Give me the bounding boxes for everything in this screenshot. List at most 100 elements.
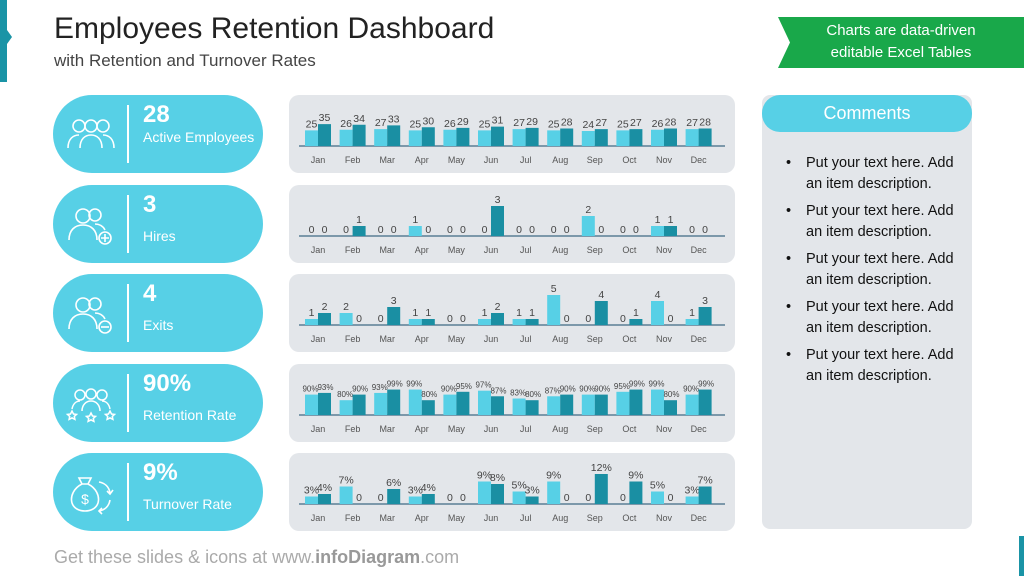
data-label: 3 <box>495 194 501 206</box>
data-label: 90% <box>683 385 699 394</box>
bar-jul-previous <box>512 129 526 146</box>
bar-nov-current <box>664 128 677 146</box>
kpi-card-retention-rate: 90% Retention Rate <box>53 364 263 442</box>
bar-jul-current <box>525 319 539 325</box>
month-tick-label: Jan <box>311 245 326 255</box>
month-tick-label: Apr <box>415 245 429 255</box>
comment-item[interactable]: Put your text here. Add an item descript… <box>784 153 964 194</box>
bar-apr-previous <box>408 319 422 325</box>
month-tick-label: May <box>448 513 466 523</box>
data-label: 5 <box>551 283 557 295</box>
data-label: 80% <box>421 390 437 399</box>
bar-jan-previous <box>305 496 318 504</box>
comment-item[interactable]: Put your text here. Add an item descript… <box>784 201 964 242</box>
month-tick-label: Oct <box>622 245 637 255</box>
data-label: 0 <box>378 492 384 504</box>
bar-apr-current <box>421 319 435 325</box>
bar-jan-current <box>318 124 331 146</box>
month-tick-label: Oct <box>622 424 637 434</box>
data-label: 27 <box>375 117 387 129</box>
bar-mar-current <box>387 389 401 415</box>
kpi-value: 90% <box>143 370 192 397</box>
data-label: 90% <box>302 385 318 394</box>
month-tick-label: Jul <box>520 513 532 523</box>
month-tick-label: Aug <box>552 513 568 523</box>
kpi-divider <box>127 284 129 342</box>
comment-item[interactable]: Put your text here. Add an item descript… <box>784 297 964 338</box>
bar-aug-previous <box>547 396 561 415</box>
bar-sep-current <box>594 394 608 415</box>
bar-feb-current <box>352 124 366 146</box>
chart-panel-exits: 1 2 Jan 2 0 Feb 0 3 Mar 1 1 Apr 0 0 May 1 2 Jun 1 1 Jul 5 0 Aug… <box>289 274 735 352</box>
bar-aug-previous <box>547 481 561 504</box>
bar-jan-previous <box>305 394 318 415</box>
month-tick-label: Jun <box>484 424 499 434</box>
data-label: 7% <box>698 475 713 487</box>
data-label: 24 <box>582 119 594 131</box>
month-tick-label: Oct <box>622 155 637 165</box>
data-label: 0 <box>598 224 604 236</box>
month-tick-label: Jan <box>311 155 326 165</box>
month-tick-label: May <box>448 334 466 344</box>
data-label: 27 <box>595 117 607 129</box>
bar-apr-current <box>421 494 435 504</box>
bar-apr-current <box>421 400 435 415</box>
bar-feb-previous <box>339 486 353 504</box>
chart-panel-active-employees: 25 35 Jan 26 34 Feb 27 33 Mar 25 30 Apr 26 29 May 25 31 J… <box>289 95 735 173</box>
bar-oct-current <box>629 481 643 504</box>
data-label: 4 <box>655 289 661 301</box>
data-label: 0 <box>322 224 328 236</box>
month-tick-label: Dec <box>691 424 708 434</box>
month-tick-label: Mar <box>379 155 395 165</box>
comment-item[interactable]: Put your text here. Add an item descript… <box>784 249 964 290</box>
month-tick-label: Feb <box>345 513 361 523</box>
data-label: 0 <box>378 224 384 236</box>
month-tick-label: Jan <box>311 424 326 434</box>
data-label: 31 <box>492 115 504 127</box>
people-stars-icon <box>65 388 117 423</box>
month-tick-label: Jan <box>311 334 326 344</box>
data-label: 0 <box>309 224 315 236</box>
month-tick-label: Nov <box>656 424 673 434</box>
bar-mar-current <box>387 125 401 146</box>
data-label: 0 <box>620 313 626 325</box>
month-tick-label: Apr <box>415 155 429 165</box>
bar-jun-current <box>491 126 504 146</box>
month-tick-label: Jan <box>311 513 326 523</box>
data-label: 8% <box>490 472 505 484</box>
footer-brand[interactable]: infoDiagram <box>315 547 420 567</box>
data-label: 1 <box>655 214 661 226</box>
bar-jun-current <box>491 313 504 325</box>
month-tick-label: Nov <box>656 513 673 523</box>
data-label: 5% <box>650 480 665 492</box>
month-tick-label: Feb <box>345 334 361 344</box>
data-label: 0 <box>356 313 362 325</box>
bar-aug-current <box>560 128 574 146</box>
data-label: 2 <box>585 204 591 216</box>
month-tick-label: Nov <box>656 155 673 165</box>
bar-feb-previous <box>339 400 353 415</box>
bar-nov-previous <box>651 129 664 146</box>
corner-accent <box>1019 536 1024 576</box>
month-tick-label: Sep <box>587 334 603 344</box>
bar-aug-current <box>560 394 574 415</box>
kpi-value: 3 <box>143 191 157 218</box>
data-label: 90% <box>441 385 457 394</box>
kpi-label: Active Employees <box>143 129 255 145</box>
chart-retention-rate: 90%93%Jan80%90%Feb93%99%Mar99%80%Apr90%9… <box>299 380 725 434</box>
data-label: 0 <box>585 492 591 504</box>
data-label: 0 <box>447 224 453 236</box>
bar-feb-previous <box>339 129 353 146</box>
month-tick-label: Aug <box>552 424 568 434</box>
bar-jun-previous <box>478 130 491 146</box>
data-label: 33 <box>388 113 400 125</box>
bar-jun-current <box>491 206 504 236</box>
comment-item[interactable]: Put your text here. Add an item descript… <box>784 345 964 386</box>
data-label: 99% <box>387 380 403 389</box>
bar-jul-current <box>525 496 539 504</box>
data-label: 90% <box>594 385 610 394</box>
bar-sep-current <box>594 301 608 325</box>
kpi-value: 9% <box>143 459 178 486</box>
bar-oct-previous <box>616 130 630 146</box>
month-tick-label: May <box>448 424 466 434</box>
